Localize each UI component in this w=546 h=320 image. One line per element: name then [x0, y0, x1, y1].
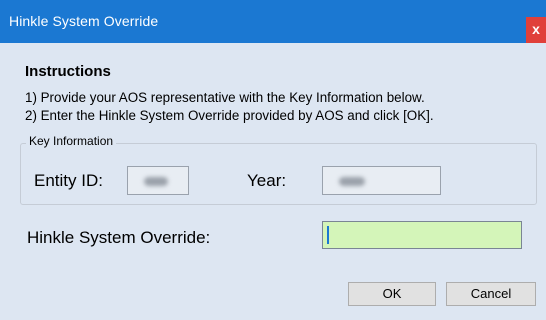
- instruction-line-2: 2) Enter the Hinkle System Override prov…: [25, 108, 434, 123]
- text-caret: [327, 226, 329, 244]
- instructions-heading: Instructions: [25, 63, 111, 80]
- ok-button[interactable]: OK: [348, 282, 436, 306]
- instruction-line-1: 1) Provide your AOS representative with …: [25, 90, 425, 105]
- entity-id-redacted-value: [144, 177, 168, 186]
- close-icon: x: [532, 21, 540, 37]
- window-title: Hinkle System Override: [9, 13, 159, 29]
- close-button[interactable]: x: [526, 17, 546, 43]
- title-bar[interactable]: Hinkle System Override x: [0, 0, 546, 43]
- cancel-button[interactable]: Cancel: [446, 282, 536, 306]
- override-input[interactable]: [322, 221, 522, 249]
- year-redacted-value: [339, 177, 365, 186]
- year-field: [322, 166, 441, 195]
- year-label: Year:: [247, 171, 287, 190]
- entity-id-field: [127, 166, 189, 195]
- key-information-legend: Key Information: [26, 134, 117, 148]
- override-label: Hinkle System Override:: [27, 228, 211, 247]
- entity-id-label: Entity ID:: [34, 171, 103, 190]
- override-dialog: Hinkle System Override x Instructions 1)…: [0, 0, 546, 320]
